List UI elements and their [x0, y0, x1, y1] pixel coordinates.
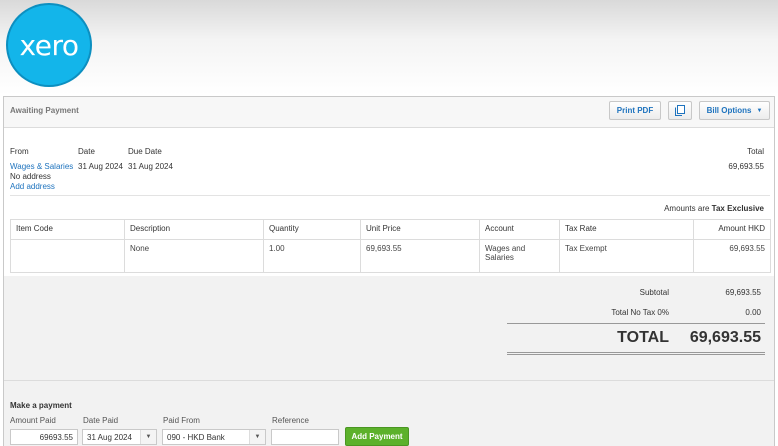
bill-options-button[interactable]: Bill Options ▼ [699, 101, 770, 120]
no-address-text: No address [10, 172, 51, 181]
cell-unit-price: 69,693.55 [360, 239, 480, 273]
totals-double-line-2 [507, 354, 765, 355]
add-payment-button[interactable]: Add Payment [345, 427, 409, 446]
chevron-down-icon: ▼ [756, 107, 763, 114]
bill-panel: Awaiting Payment Print PDF Bill Options … [3, 96, 775, 446]
cell-item-code [10, 239, 125, 273]
cell-quantity: 1.00 [263, 239, 361, 273]
xero-logo: xero [6, 3, 92, 87]
date-paid-input[interactable]: 31 Aug 2024 ▼ [82, 429, 157, 445]
bill-options-label: Bill Options [706, 106, 752, 115]
bill-toolbar: Awaiting Payment Print PDF Bill Options … [4, 97, 774, 128]
amounts-tax-mode: Amounts are Tax Exclusive [664, 204, 764, 213]
cell-description: None [124, 239, 264, 273]
tax-value: 0.00 [745, 308, 761, 317]
amount-paid-label: Amount Paid [10, 416, 56, 425]
divider [10, 195, 770, 196]
subtotal-label: Subtotal [639, 288, 669, 297]
date-label: Date [78, 147, 95, 156]
cell-amount: 69,693.55 [693, 239, 771, 273]
due-date-label: Due Date [128, 147, 162, 156]
paid-from-select[interactable]: 090 - HKD Bank ▼ [162, 429, 266, 445]
bill-total: 69,693.55 [728, 162, 764, 171]
col-description: Description [124, 219, 264, 240]
col-account: Account [479, 219, 560, 240]
make-payment-title: Make a payment [10, 401, 72, 410]
table-header-row: Item Code Description Quantity Unit Pric… [10, 219, 771, 240]
col-item-code: Item Code [10, 219, 125, 240]
paid-from-value: 090 - HKD Bank [167, 433, 225, 442]
date-paid-label: Date Paid [83, 416, 119, 425]
chevron-down-icon[interactable]: ▼ [249, 430, 265, 444]
from-label: From [10, 147, 29, 156]
reference-label: Reference [272, 416, 309, 425]
cell-tax-rate: Tax Exempt [559, 239, 694, 273]
grand-total-value: 69,693.55 [689, 329, 761, 346]
chevron-down-icon[interactable]: ▼ [140, 430, 156, 444]
make-payment-section: Make a payment Amount Paid Date Paid Pai… [4, 380, 774, 446]
col-tax-rate: Tax Rate [559, 219, 694, 240]
cell-account: Wages and Salaries [479, 239, 560, 273]
logo-text: xero [19, 28, 79, 62]
from-contact-link[interactable]: Wages & Salaries [10, 162, 73, 171]
print-pdf-button[interactable]: Print PDF [609, 101, 661, 120]
date-paid-value: 31 Aug 2024 [87, 433, 132, 442]
copy-icon [675, 105, 685, 116]
grand-total-label: TOTAL [617, 329, 669, 346]
total-label: Total [747, 147, 764, 156]
subtotal-value: 69,693.55 [725, 288, 761, 297]
amounts-mode: Tax Exclusive [711, 204, 764, 213]
add-address-link[interactable]: Add address [10, 182, 55, 191]
copy-button[interactable] [668, 101, 692, 120]
col-amount: Amount HKD [693, 219, 771, 240]
bill-status: Awaiting Payment [10, 106, 79, 115]
tax-label: Total No Tax 0% [611, 308, 669, 317]
reference-input[interactable] [271, 429, 339, 445]
amount-paid-input[interactable]: 69693.55 [10, 429, 78, 445]
paid-from-label: Paid From [163, 416, 200, 425]
bill-date: 31 Aug 2024 [78, 162, 123, 171]
col-quantity: Quantity [263, 219, 361, 240]
amounts-prefix: Amounts are [664, 204, 710, 213]
totals-double-line-1 [507, 352, 765, 353]
table-row: None 1.00 69,693.55 Wages and Salaries T… [10, 239, 771, 273]
bill-due-date: 31 Aug 2024 [128, 162, 173, 171]
col-unit-price: Unit Price [360, 219, 480, 240]
line-items-table: Item Code Description Quantity Unit Pric… [10, 219, 771, 273]
totals-divider [507, 323, 765, 324]
